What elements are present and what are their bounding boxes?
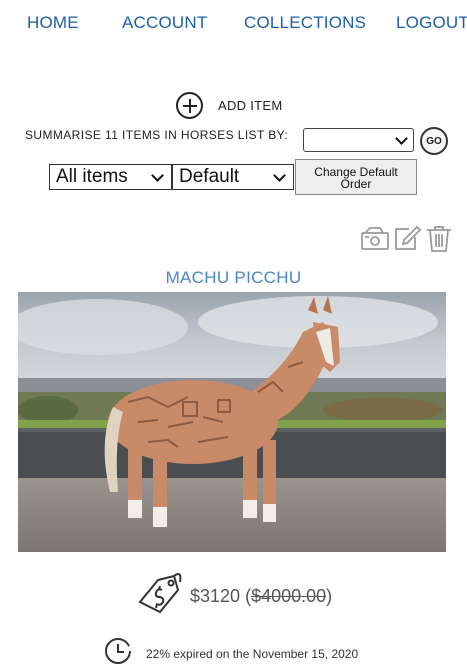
order-select-value: Default	[179, 166, 240, 187]
cash-icon[interactable]	[360, 224, 390, 252]
change-order-label-line2: Order	[340, 177, 372, 191]
go-button[interactable]: GO	[420, 127, 448, 155]
price-tag-icon	[136, 572, 184, 621]
edit-icon[interactable]	[392, 224, 422, 252]
item-actions	[360, 224, 454, 252]
add-item-button[interactable]: ADD ITEM	[176, 92, 283, 119]
horse-photo[interactable]	[18, 292, 446, 552]
summarise-select[interactable]	[303, 128, 414, 152]
trash-icon[interactable]	[424, 224, 454, 252]
nav-home-link[interactable]: HOME	[27, 13, 79, 33]
nav-account-link[interactable]: ACCOUNT	[122, 13, 207, 33]
summarise-label: SUMMARISE 11 ITEMS IN HORSES LIST BY:	[25, 128, 289, 142]
filter-select-value: All items	[56, 166, 128, 187]
price-row: $3120 ( $4000.00 )	[136, 572, 332, 621]
change-default-order-button[interactable]: Change Default Order	[295, 159, 417, 195]
summarise-row: SUMMARISE 11 ITEMS IN HORSES LIST BY:	[25, 128, 288, 142]
top-nav: HOME ACCOUNT COLLECTIONS LOGOUT	[0, 13, 467, 35]
item-title[interactable]: MACHU PICCHU	[0, 268, 467, 288]
current-price: $3120	[190, 586, 241, 606]
expiry-text: 22% expired on the November 15, 2020	[146, 646, 359, 661]
chevron-down-icon	[151, 169, 164, 182]
nav-logout-link[interactable]: LOGOUT	[396, 13, 467, 33]
chevron-down-icon	[395, 132, 408, 145]
expiry-row: 22% expired on the November 15, 2020	[103, 636, 358, 671]
clock-icon	[103, 636, 133, 671]
nav-collections-link[interactable]: COLLECTIONS	[244, 13, 366, 33]
chevron-down-icon	[273, 169, 286, 182]
filter-select[interactable]: All items	[49, 164, 172, 190]
add-item-label: ADD ITEM	[218, 98, 283, 113]
order-select[interactable]: Default	[172, 164, 294, 190]
original-price-close: )	[326, 586, 333, 606]
plus-circle-icon	[176, 92, 203, 119]
original-price: $4000.00	[251, 586, 327, 606]
